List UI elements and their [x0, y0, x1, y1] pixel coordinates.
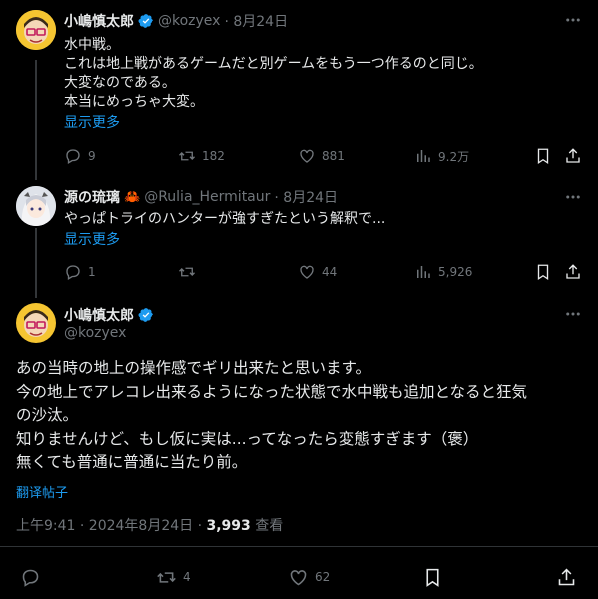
author-handle[interactable]: @kozyex: [158, 13, 220, 29]
reply-count: 9: [88, 149, 96, 163]
reply-button[interactable]: 1: [64, 263, 96, 281]
reply-icon: [66, 149, 80, 164]
author-handle[interactable]: @Rulia_Hermitaur: [144, 189, 270, 205]
text-line: 大変なのである。: [64, 75, 176, 91]
crab-emoji: 🦀: [124, 189, 141, 205]
retweet-button[interactable]: 4: [156, 567, 191, 588]
action-bar: 1 44 5,926: [64, 262, 582, 282]
views-label: 查看: [250, 518, 284, 534]
avatar[interactable]: [16, 303, 56, 343]
more-icon[interactable]: [564, 305, 582, 327]
tweet-text: あの当時の地上の操作感でギリ出来たと思います。 今の地上でアレコレ出来るようにな…: [16, 357, 586, 475]
like-button[interactable]: 881: [298, 147, 345, 165]
retweet-icon: [179, 267, 195, 277]
like-button[interactable]: 44: [298, 263, 337, 281]
author-handle[interactable]: @kozyex: [64, 325, 126, 341]
like-icon: [300, 265, 314, 279]
view-count: 5,926: [438, 265, 473, 279]
timestamp-row: 上午9:41 · 2024年8月24日 · 3,993 查看: [16, 515, 283, 535]
thread-line: [35, 228, 37, 298]
share-button[interactable]: [564, 147, 582, 165]
divider: [0, 546, 598, 547]
reply-button[interactable]: 9: [64, 147, 96, 165]
tweet-text: やっぱトライのハンターが強すぎたという解釈で...: [64, 210, 584, 229]
bookmark-button[interactable]: [422, 567, 443, 588]
share-icon: [558, 568, 575, 585]
reply-button[interactable]: [20, 567, 47, 588]
bookmark-icon: [537, 264, 549, 281]
tweet-date[interactable]: · 8月24日: [224, 11, 288, 31]
retweet-icon: [157, 571, 176, 583]
retweet-button[interactable]: [178, 263, 202, 281]
author-name[interactable]: 小嶋慎太郎: [64, 11, 134, 31]
views-icon: [417, 266, 430, 278]
bookmark-icon: [426, 568, 439, 587]
text-line: 今の地上でアレコレ出来るようになった状態で水中戦も追加となると狂気: [16, 382, 528, 401]
translate-link[interactable]: 翻译帖子: [16, 482, 68, 501]
action-bar: 4 62: [20, 566, 580, 588]
bookmark-icon: [537, 148, 549, 165]
action-bar: 9 182 881 9.2万: [64, 146, 582, 166]
views-count: 3,993: [206, 518, 251, 534]
timestamp[interactable]: 上午9:41 · 2024年8月24日 ·: [16, 518, 207, 534]
retweet-icon: [179, 151, 195, 161]
reply-count: 1: [88, 265, 96, 279]
retweet-count: 182: [202, 149, 225, 163]
views-button[interactable]: 9.2万: [414, 147, 469, 165]
more-icon[interactable]: [564, 11, 582, 33]
author-name[interactable]: 源の琉璃: [64, 187, 120, 207]
text-line: 本当にめっちゃ大変。: [64, 94, 204, 110]
show-more-link[interactable]: 显示更多: [64, 112, 120, 132]
like-icon: [290, 569, 307, 585]
share-button[interactable]: [556, 567, 577, 588]
reply-icon: [66, 265, 80, 280]
share-icon: [566, 264, 580, 279]
view-count: 9.2万: [438, 149, 470, 164]
share-icon: [566, 148, 580, 163]
more-icon[interactable]: [564, 188, 582, 210]
like-icon: [300, 149, 314, 163]
thread-line: [35, 60, 37, 180]
bookmark-button[interactable]: [534, 263, 552, 281]
avatar[interactable]: [16, 10, 56, 50]
tweet-text: 水中戦。 これは地上戦があるゲームだと別ゲームをもう一つ作るのと同じ。 大変なの…: [64, 36, 584, 112]
tweet-date[interactable]: · 8月24日: [274, 187, 338, 207]
verified-icon: [138, 13, 154, 29]
retweet-count: 4: [183, 570, 191, 584]
views-icon: [417, 150, 430, 162]
bookmark-button[interactable]: [534, 147, 552, 165]
text-line: の沙汰。: [16, 406, 79, 424]
like-button[interactable]: 62: [288, 567, 330, 588]
retweet-button[interactable]: 182: [178, 147, 225, 165]
like-count: 62: [315, 570, 331, 584]
views-button[interactable]: 5,926: [414, 263, 472, 281]
share-button[interactable]: [564, 263, 582, 281]
text-line: 知りませんけど、もし仮に実は...ってなったら変態すぎます（褒）: [16, 429, 479, 448]
text-line: やっぱトライのハンターが強すぎたという解釈で...: [64, 211, 386, 227]
show-more-link[interactable]: 显示更多: [64, 229, 120, 249]
like-count: 881: [322, 149, 345, 163]
verified-icon: [138, 307, 154, 323]
reply-icon: [22, 569, 39, 587]
text-line: 水中戦。: [64, 37, 120, 53]
text-line: これは地上戦があるゲームだと別ゲームをもう一つ作るのと同じ。: [64, 56, 483, 72]
author-name[interactable]: 小嶋慎太郎: [64, 305, 134, 325]
avatar[interactable]: [16, 186, 56, 226]
like-count: 44: [322, 265, 338, 279]
text-line: あの当時の地上の操作感でギリ出来たと思います。: [16, 359, 371, 377]
text-line: 無くても普通に普通に当たり前。: [16, 453, 248, 471]
